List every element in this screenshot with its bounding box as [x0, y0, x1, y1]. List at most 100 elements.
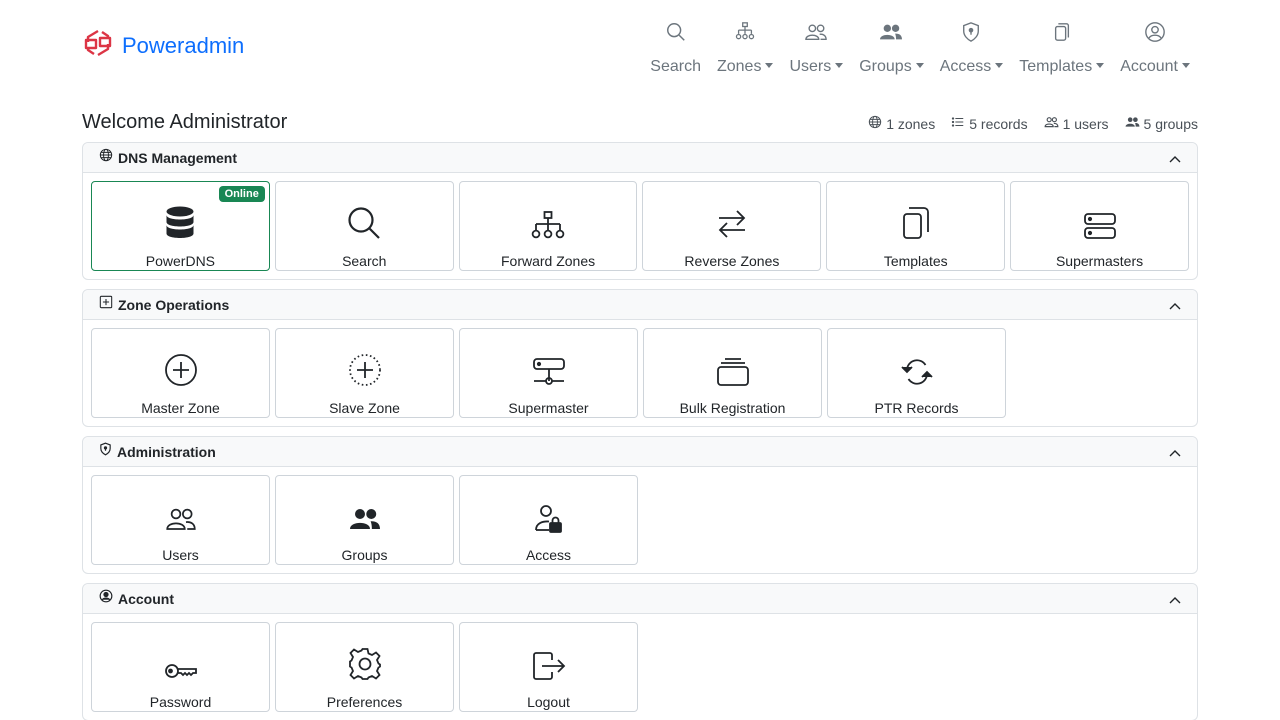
- arrow-repeat-icon: [900, 341, 934, 391]
- diagram-icon: [734, 18, 756, 46]
- tile-master-zone[interactable]: Master Zone: [91, 328, 270, 418]
- caret-down-icon: [1096, 63, 1105, 68]
- list-icon: [951, 115, 965, 132]
- section-dns-management: DNS Management Online PowerDNS Search Fo…: [82, 142, 1198, 280]
- section-title: DNS Management: [118, 149, 238, 166]
- plus-square-icon: [99, 295, 113, 314]
- tile-label: PowerDNS: [145, 253, 216, 269]
- tile-supermaster[interactable]: Supermaster: [459, 328, 638, 418]
- files-icon: [1052, 18, 1072, 46]
- tile-templates[interactable]: Templates: [826, 181, 1006, 271]
- tile-label: Supermasters: [1055, 253, 1144, 269]
- section-title: Administration: [117, 443, 216, 460]
- tile-label: Supermaster: [508, 400, 589, 416]
- shield-lock-icon: [961, 18, 981, 46]
- caret-down-icon: [995, 63, 1004, 68]
- stat-groups: 5 groups: [1125, 115, 1198, 132]
- nav-users[interactable]: Users: [781, 18, 851, 76]
- collection-icon: [716, 341, 750, 391]
- tile-grid: Users Groups Access: [83, 467, 1197, 574]
- tile-label: Templates: [883, 253, 948, 269]
- person-lock-icon: [534, 488, 564, 538]
- brand-link[interactable]: Poweradmin: [84, 28, 244, 63]
- stats-bar: 1 zones 5 records 1 users 5 groups: [868, 115, 1198, 132]
- globe-icon: [868, 115, 882, 132]
- hdd-stack-icon: [1083, 194, 1117, 244]
- tile-supermasters[interactable]: Supermasters: [1010, 181, 1189, 271]
- box-arrow-right-icon: [532, 635, 566, 685]
- tile-label: PTR Records: [874, 400, 959, 416]
- section-account: Account Password Preferences Logout: [82, 583, 1198, 720]
- tile-label: Reverse Zones: [684, 253, 780, 269]
- people-icon: [163, 488, 199, 538]
- tile-label: Access: [525, 547, 572, 563]
- brand-name: Poweradmin: [122, 32, 245, 58]
- tile-reverse-zones[interactable]: Reverse Zones: [642, 181, 822, 271]
- chevron-up-icon[interactable]: [1169, 152, 1181, 170]
- section-header[interactable]: Zone Operations: [83, 290, 1197, 320]
- poweradmin-logo-icon: [84, 28, 112, 63]
- people-fill-icon: [347, 488, 383, 538]
- section-zone-operations: Zone Operations Master Zone Slave Zone S…: [82, 289, 1198, 427]
- nav-account-label: Account: [1120, 58, 1190, 76]
- nav-search[interactable]: Search: [642, 18, 709, 76]
- tile-grid: Online PowerDNS Search Forward Zones Rev…: [83, 173, 1197, 280]
- tile-users[interactable]: Users: [91, 475, 270, 565]
- nav-users-label: Users: [789, 58, 844, 76]
- tile-label: Bulk Registration: [679, 400, 786, 416]
- stat-records: 5 records: [951, 115, 1028, 132]
- nav-zones-label: Zones: [717, 58, 774, 76]
- caret-down-icon: [1182, 63, 1190, 68]
- arrow-left-right-icon: [717, 194, 747, 244]
- tile-grid: Master Zone Slave Zone Supermaster Bulk …: [83, 320, 1197, 427]
- section-header[interactable]: Account: [83, 584, 1197, 614]
- tile-bulk-registration[interactable]: Bulk Registration: [643, 328, 822, 418]
- tile-label: Forward Zones: [500, 253, 596, 269]
- nav-zones[interactable]: Zones: [709, 18, 781, 76]
- tile-powerdns[interactable]: Online PowerDNS: [91, 181, 270, 271]
- tile-slave-zone[interactable]: Slave Zone: [275, 328, 454, 418]
- tile-search[interactable]: Search: [274, 181, 454, 271]
- chevron-up-icon[interactable]: [1169, 593, 1181, 611]
- people-icon: [804, 18, 828, 46]
- tile-password[interactable]: Password: [91, 622, 270, 712]
- nav-account[interactable]: Account: [1112, 18, 1198, 76]
- tile-label: Logout: [527, 694, 570, 710]
- plus-circle-icon: [164, 341, 198, 391]
- section-header[interactable]: DNS Management: [83, 143, 1197, 173]
- caret-down-icon: [915, 63, 924, 68]
- chevron-up-icon[interactable]: [1169, 299, 1181, 317]
- tile-label: Slave Zone: [329, 400, 400, 416]
- tile-forward-zones[interactable]: Forward Zones: [458, 181, 638, 271]
- people-fill-icon: [879, 18, 903, 46]
- page-title: Welcome Administrator: [82, 111, 288, 133]
- nav-groups-label: Groups: [859, 58, 924, 76]
- section-title: Zone Operations: [118, 296, 230, 313]
- nav-search-label: Search: [650, 58, 701, 75]
- tile-logout[interactable]: Logout: [459, 622, 638, 712]
- person-circle-icon: [1144, 18, 1166, 46]
- diagram-icon: [531, 194, 565, 244]
- stat-users: 1 users: [1044, 115, 1109, 132]
- shield-lock-icon: [99, 442, 112, 461]
- tile-label: Search: [342, 253, 387, 269]
- section-header[interactable]: Administration: [83, 437, 1197, 467]
- people-icon: [1044, 115, 1059, 132]
- tile-grid: Password Preferences Logout: [83, 614, 1197, 720]
- plus-circle-dotted-icon: [348, 341, 382, 391]
- chevron-up-icon[interactable]: [1169, 446, 1181, 464]
- nav-access[interactable]: Access: [932, 18, 1012, 76]
- nav-groups[interactable]: Groups: [851, 18, 931, 76]
- database-icon: [165, 194, 195, 244]
- nav-templates[interactable]: Templates: [1011, 18, 1112, 76]
- tile-groups[interactable]: Groups: [275, 475, 454, 565]
- section-administration: Administration Users Groups Access: [82, 436, 1198, 574]
- caret-down-icon: [835, 63, 844, 68]
- tile-access[interactable]: Access: [459, 475, 638, 565]
- gear-icon: [348, 635, 382, 685]
- key-icon: [164, 635, 198, 685]
- people-fill-icon: [1125, 115, 1140, 132]
- tile-ptr-records[interactable]: PTR Records: [827, 328, 1006, 418]
- section-title: Account: [118, 590, 174, 607]
- tile-preferences[interactable]: Preferences: [275, 622, 454, 712]
